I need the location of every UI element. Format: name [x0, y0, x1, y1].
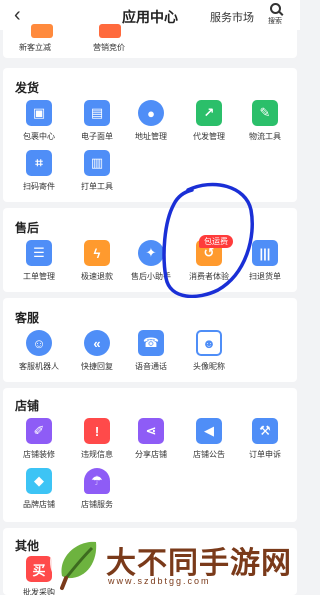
section-title: 售后 — [15, 221, 40, 235]
app-scan-send[interactable]: ⌗ 扫码寄件 — [9, 150, 69, 192]
scan-icon: ⌗ — [26, 150, 52, 176]
app-label: 工单管理 — [23, 272, 55, 281]
app-store-notice[interactable]: ◀ 店铺公告 — [179, 418, 239, 460]
app-avatar-nickname[interactable]: ☻ 头像昵称 — [179, 330, 239, 372]
app-label: 语音通话 — [135, 362, 167, 371]
package-icon: ▣ — [26, 100, 52, 126]
app-label: 订单申诉 — [249, 450, 281, 459]
app-label: 店铺装修 — [23, 450, 55, 459]
gavel-icon: ⚒ — [252, 418, 278, 444]
section-title: 客服 — [15, 311, 40, 325]
search-label: 搜索 — [268, 18, 282, 25]
app-package-center[interactable]: ▣ 包裹中心 — [9, 100, 69, 142]
app-print-tool[interactable]: ▥ 打单工具 — [67, 150, 127, 192]
new-customer-discount-label[interactable]: 新客立减 — [19, 42, 51, 53]
app-label: 物流工具 — [249, 132, 281, 141]
app-store-service[interactable]: ☂ 店铺服务 — [67, 468, 127, 510]
phone-icon: ☎ — [138, 330, 164, 356]
app-address-manage[interactable]: ● 地址管理 — [121, 100, 181, 142]
robot-icon: ☺ — [26, 330, 52, 356]
megaphone-icon: ◀ — [196, 418, 222, 444]
search-icon — [269, 3, 281, 14]
lightning-icon: ϟ — [84, 240, 110, 266]
app-label: 分享店铺 — [135, 450, 167, 459]
app-label: 客服机器人 — [19, 362, 59, 371]
app-order-appeal[interactable]: ⚒ 订单申诉 — [235, 418, 295, 460]
section-customer-service: 客服 ☺ 客服机器人 « 快捷回复 ☎ 语音通话 ☻ 头像昵称 — [3, 298, 297, 382]
ticket-icon: ☰ — [26, 240, 52, 266]
app-label: 极速退款 — [81, 272, 113, 281]
bidding-icon[interactable] — [99, 24, 121, 38]
marketing-bid-label[interactable]: 营销竞价 — [93, 42, 125, 53]
app-e-waybill[interactable]: ▤ 电子面单 — [67, 100, 127, 142]
app-label: 品牌店铺 — [23, 500, 55, 509]
app-logistics-tools[interactable]: ✎ 物流工具 — [235, 100, 295, 142]
app-quick-reply[interactable]: « 快捷回复 — [67, 330, 127, 372]
app-label: 快捷回复 — [81, 362, 113, 371]
reply-icon: « — [84, 330, 110, 356]
app-proxy-shipping[interactable]: ↗ 代发管理 — [179, 100, 239, 142]
avatar-icon: ☻ — [196, 330, 222, 356]
forward-icon: ↗ — [196, 100, 222, 126]
app-fast-refund[interactable]: ϟ 极速退款 — [67, 240, 127, 282]
app-store-decoration[interactable]: ✐ 店铺装修 — [9, 418, 69, 460]
site-watermark: 大不同手游网 www.szdbtgg.com — [48, 532, 298, 594]
diamond-icon: ◆ — [26, 468, 52, 494]
brush-icon: ✐ — [26, 418, 52, 444]
app-label: 扫码寄件 — [23, 182, 55, 191]
share-icon: ⋖ — [138, 418, 164, 444]
warning-icon: ! — [84, 418, 110, 444]
service-market-link[interactable]: 服务市场 — [210, 9, 254, 25]
app-label: 店铺服务 — [81, 500, 113, 509]
watermark-url: www.szdbtgg.com — [108, 576, 211, 586]
app-cs-robot[interactable]: ☺ 客服机器人 — [9, 330, 69, 372]
app-ticket-manage[interactable]: ☰ 工单管理 — [9, 240, 69, 282]
section-title: 其他 — [15, 539, 40, 553]
umbrella-icon: ☂ — [84, 468, 110, 494]
app-label: 代发管理 — [193, 132, 225, 141]
app-label: 违规信息 — [81, 450, 113, 459]
app-label: 打单工具 — [81, 182, 113, 191]
location-pin-icon: ● — [138, 100, 164, 126]
wrench-icon: ✎ — [252, 100, 278, 126]
discount-icon[interactable] — [31, 24, 53, 38]
annotation-circle — [162, 182, 254, 299]
section-store: 店铺 ✐ 店铺装修 ! 违规信息 ⋖ 分享店铺 ◀ 店铺公告 ⚒ 订单申诉 ◆ … — [3, 388, 297, 522]
app-label: 店铺公告 — [193, 450, 225, 459]
section-title: 发货 — [15, 81, 40, 95]
app-violation-info[interactable]: ! 违规信息 — [67, 418, 127, 460]
app-voice-call[interactable]: ☎ 语音通话 — [121, 330, 181, 372]
leaf-logo-icon — [50, 535, 104, 590]
marketing-strip: 新客立减 营销竞价 — [3, 24, 297, 58]
app-label: 地址管理 — [135, 132, 167, 141]
document-icon: ▤ — [84, 100, 110, 126]
app-label: 电子面单 — [81, 132, 113, 141]
app-label: 头像昵称 — [193, 362, 225, 371]
section-title: 店铺 — [15, 399, 40, 413]
printer-icon: ▥ — [84, 150, 110, 176]
app-share-store[interactable]: ⋖ 分享店铺 — [121, 418, 181, 460]
app-label: 包裹中心 — [23, 132, 55, 141]
search-button[interactable]: 搜索 — [265, 2, 285, 26]
app-brand-store[interactable]: ◆ 品牌店铺 — [9, 468, 69, 510]
